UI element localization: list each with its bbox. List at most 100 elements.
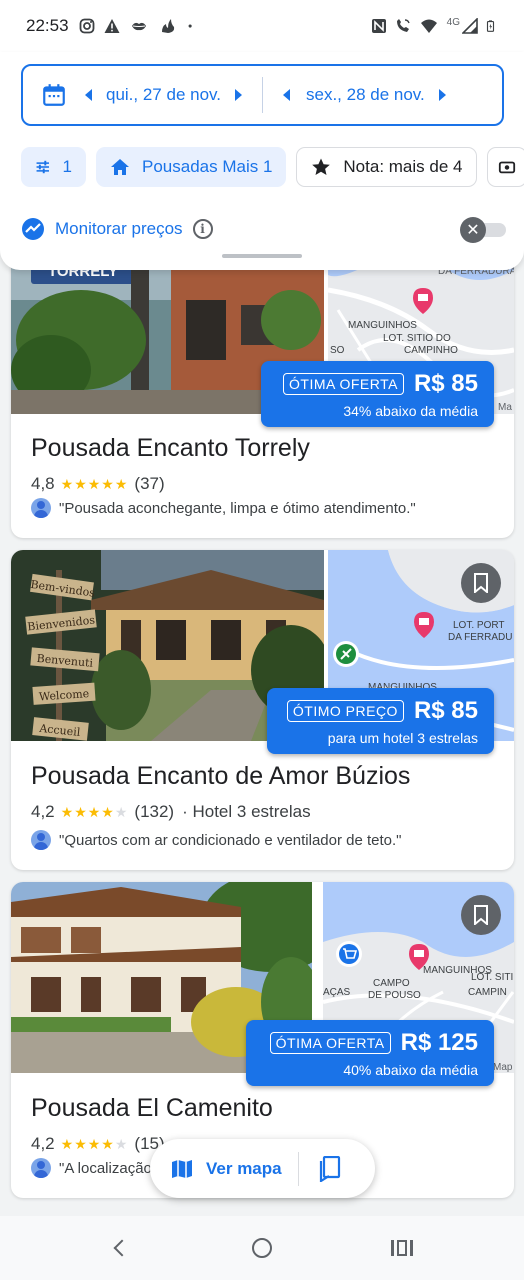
deal-subtext: 34% abaixo da média (343, 403, 478, 419)
date-divider (262, 77, 263, 113)
price-badge: ÓTIMA OFERTA R$ 85 34% abaixo da média (261, 361, 494, 427)
fire-icon (161, 19, 174, 33)
price-badge: ÓTIMO PREÇO R$ 85 para um hotel 3 estrel… (267, 688, 494, 754)
map-label: CAMPIN (468, 987, 507, 998)
price: R$ 85 (413, 697, 478, 724)
trend-icon (22, 218, 44, 240)
map-label: SO (330, 345, 345, 356)
review-quote: "A localização (59, 1159, 152, 1177)
star-rating-icon: ★★★★★ (60, 475, 129, 492)
info-icon[interactable]: i (192, 219, 213, 239)
save-button[interactable] (461, 895, 501, 935)
shopping-pin-icon (336, 941, 362, 967)
review-count: (132) (134, 802, 175, 821)
deal-tag: ÓTIMA OFERTA (283, 373, 404, 395)
rating-row: 4,2 ★★★★★ (15) (31, 1134, 165, 1154)
status-time: 22:53 (26, 16, 69, 35)
price-badge: ÓTIMA OFERTA R$ 125 40% abaixo da média (246, 1020, 494, 1086)
more-filters-chip[interactable] (487, 147, 524, 187)
view-map-button[interactable]: Ver mapa (206, 1159, 282, 1179)
notification-icons (79, 18, 197, 34)
review-snippet: "Pousada aconchegante, limpa e ótimo ate… (31, 498, 416, 518)
review-snippet: "A localização (31, 1158, 152, 1178)
checkout-prev-button[interactable] (283, 89, 290, 101)
saved-list-icon[interactable] (319, 1155, 341, 1182)
sliders-icon (36, 160, 49, 174)
filters-count: 1 (62, 157, 72, 176)
nav-back-button[interactable] (52, 1216, 192, 1280)
map-fab: Ver mapa (150, 1139, 375, 1198)
map-label: DE POUSO (368, 990, 421, 1001)
star-rating-icon: ★★★★★ (60, 1135, 129, 1152)
hotel-card[interactable]: Bem-vindos Bienvenidos Benvenuti Welcome… (11, 550, 514, 870)
property-type-label: Pousadas Mais 1 (142, 157, 273, 176)
map-label: MANGUINHOS (348, 320, 417, 331)
star-icon (312, 158, 331, 175)
drag-handle[interactable] (222, 254, 302, 258)
checkout-next-button[interactable] (438, 89, 446, 101)
rating-chip[interactable]: Nota: mais de 4 (296, 147, 478, 187)
deal-subtext: para um hotel 3 estrelas (327, 730, 478, 746)
map-label: CAMPO (373, 978, 410, 989)
deal-tag: ÓTIMA OFERTA (269, 1032, 391, 1054)
avatar (31, 498, 51, 518)
checkout-date[interactable]: sex., 28 de nov. (306, 85, 425, 105)
hotel-class: · Hotel 3 estrelas (182, 802, 311, 821)
map-label: LOT. PORT (453, 620, 505, 631)
checkin-prev-button[interactable] (85, 89, 92, 101)
map-label: LOT. SITI (471, 972, 513, 983)
rating-value: 4,2 (31, 802, 55, 821)
wifi-calling-icon (396, 19, 410, 32)
lips-icon (131, 22, 146, 31)
network-type: 4G (446, 16, 460, 28)
hotel-card[interactable]: TORRELY DA FERRADURA MANGUINHOS LOT. SIT… (11, 230, 514, 538)
hotel-name[interactable]: Pousada Encanto de Amor Búzios (31, 762, 410, 791)
bookmark-icon (474, 905, 488, 925)
nav-home-button[interactable] (192, 1216, 332, 1280)
price-monitor-row: Monitorar preços i ✕ (21, 214, 506, 244)
monitor-prices-label[interactable]: Monitorar preços (55, 219, 183, 239)
home-circle-icon (252, 1238, 272, 1258)
property-type-chip[interactable]: Pousadas Mais 1 (96, 147, 287, 187)
price: R$ 85 (413, 370, 478, 397)
rating-row: 4,8 ★★★★★ (37) (31, 474, 165, 494)
park-pin-icon (333, 641, 359, 667)
nav-recents-button[interactable] (332, 1216, 472, 1280)
map-label: DA FERRADU (448, 632, 512, 643)
review-quote: "Pousada aconchegante, limpa e ótimo ate… (59, 499, 416, 517)
star-rating-icon: ★★★★★ (60, 803, 129, 820)
map-label: AÇAS (323, 987, 351, 998)
map-label: CAMPINHO (404, 345, 458, 356)
checkin-segment: qui., 27 de nov. (85, 85, 242, 105)
checkin-next-button[interactable] (235, 89, 242, 101)
map-label: Ma (498, 402, 512, 413)
rating-value: 4,2 (31, 1134, 55, 1153)
rating-chip-label: Nota: mais de 4 (343, 157, 463, 176)
wifi-icon (420, 19, 437, 33)
back-icon (113, 1239, 131, 1257)
battery-icon (486, 20, 495, 32)
recents-icon (391, 1240, 413, 1256)
close-icon: ✕ (460, 217, 486, 243)
app-screen: 22:53 4G qui., 27 de nov. sex., 28 de no… (0, 0, 524, 1280)
review-count: (37) (134, 474, 165, 493)
map-icon[interactable] (170, 1157, 194, 1181)
map-label: LOT. SITIO DO (383, 333, 451, 344)
fab-divider (297, 1151, 299, 1186)
checkin-date[interactable]: qui., 27 de nov. (106, 85, 221, 105)
avatar (31, 830, 51, 850)
hotel-name[interactable]: Pousada Encanto Torrely (31, 434, 310, 463)
rating-value: 4,8 (31, 474, 55, 493)
bookmark-icon (474, 573, 488, 593)
rating-row: 4,2 ★★★★★ (132) · Hotel 3 estrelas (31, 802, 311, 822)
system-nav-bar (0, 1216, 524, 1280)
status-bar: 22:53 4G (0, 0, 524, 52)
save-button[interactable] (461, 563, 501, 603)
filters-chip[interactable]: 1 (21, 147, 86, 187)
avatar (31, 1158, 51, 1178)
cash-icon (499, 161, 516, 174)
calendar-icon[interactable] (41, 82, 67, 108)
checkout-segment: sex., 28 de nov. (283, 85, 446, 105)
monitor-prices-toggle[interactable]: ✕ (460, 217, 506, 243)
hotel-name[interactable]: Pousada El Camenito (31, 1094, 273, 1123)
